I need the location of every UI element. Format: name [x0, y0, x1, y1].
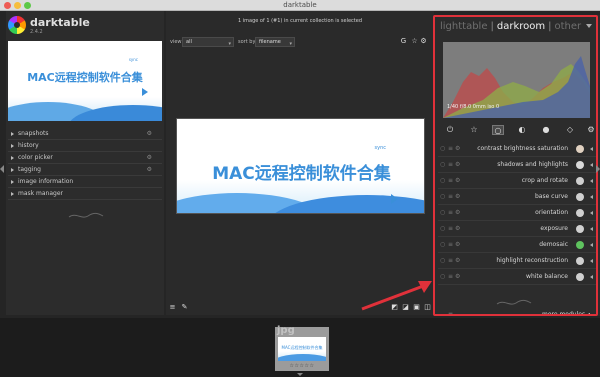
sort-select-value: filename: [259, 39, 281, 45]
image-title: MAC远程控制软件合集: [212, 164, 391, 184]
star-overlay-icon[interactable]: ☆: [410, 37, 419, 46]
module-label: image information: [18, 178, 74, 185]
play-icon: [142, 88, 148, 96]
annotation-arrow-icon: [361, 281, 432, 311]
center-view: 1 image of 1 (#1) in current collection …: [166, 11, 434, 315]
center-toolbar: view all ▾ sort by filename ▾ G ☆ ⚙: [166, 37, 434, 49]
app-logo: darktable 2.4.2: [8, 15, 90, 37]
collapse-left-panel-arrow[interactable]: [0, 165, 4, 173]
title-bar: darktable: [0, 0, 600, 11]
expand-triangle-icon: [11, 132, 14, 136]
filmstrip-image-title: MAC远程控制软件合集: [281, 345, 323, 350]
sort-select[interactable]: filename ▾: [255, 37, 295, 47]
window-title: darktable: [283, 1, 317, 9]
sort-label: sort by: [238, 39, 256, 45]
view-select[interactable]: all ▾: [182, 37, 234, 47]
view-select-value: all: [186, 39, 192, 45]
module-label: snapshots: [18, 130, 49, 137]
quick-access-menu-icon[interactable]: ≡: [168, 303, 177, 312]
rating-stars[interactable]: ☆☆☆☆☆: [275, 363, 329, 369]
module-tagging[interactable]: tagging ⚙: [8, 164, 162, 176]
preset-gear-icon[interactable]: ⚙: [147, 152, 152, 164]
annotation-highlight-box: [433, 15, 598, 316]
module-label: tagging: [18, 166, 41, 173]
image-brand: sync: [374, 145, 386, 151]
main-image[interactable]: sync MAC远程控制软件合集: [176, 118, 425, 214]
module-label: mask manager: [18, 190, 63, 197]
left-panel: darktable 2.4.2 sync MAC远程控制软件合集 snapsho…: [6, 11, 164, 315]
styles-icon[interactable]: ✎: [180, 303, 189, 312]
module-history[interactable]: history: [8, 140, 162, 152]
left-module-list: snapshots ⚙ history color picker ⚙ taggi…: [8, 128, 162, 200]
logo-icon: [8, 16, 26, 34]
preset-gear-icon[interactable]: ⚙: [147, 164, 152, 176]
module-image-information[interactable]: image information: [8, 176, 162, 188]
app-window: darktable 2.4.2 sync MAC远程控制软件合集 snapsho…: [0, 11, 600, 377]
filmstrip-image-hill: [278, 354, 326, 361]
module-label: color picker: [18, 154, 53, 161]
collapse-filmstrip-arrow[interactable]: [297, 373, 303, 376]
filmstrip-image: MAC远程控制软件合集: [278, 337, 326, 361]
expand-triangle-icon: [11, 192, 14, 196]
image-hill: [267, 195, 424, 213]
expand-triangle-icon: [11, 156, 14, 160]
thumbnail-brand: sync: [128, 57, 138, 62]
expand-triangle-icon: [11, 168, 14, 172]
file-extension-label: jpg: [277, 325, 295, 336]
view-label: view: [170, 39, 182, 45]
module-color-picker[interactable]: color picker ⚙: [8, 152, 162, 164]
play-icon: [391, 194, 398, 204]
navigation-thumbnail[interactable]: sync MAC远程控制软件合集: [8, 41, 162, 121]
module-mask-manager[interactable]: mask manager: [8, 188, 162, 200]
chevron-down-icon: ▾: [289, 41, 292, 47]
expand-triangle-icon: [11, 180, 14, 184]
collapse-right-panel-arrow[interactable]: [596, 165, 600, 173]
preset-gear-icon[interactable]: ⚙: [147, 128, 152, 140]
selection-message: 1 image of 1 (#1) in current collection …: [237, 18, 363, 24]
module-label: history: [18, 142, 39, 149]
module-snapshots[interactable]: snapshots ⚙: [8, 128, 162, 140]
logo-name: darktable: [30, 16, 90, 29]
gear-icon[interactable]: ⚙: [419, 37, 428, 46]
filmstrip-thumbnail[interactable]: jpg MAC远程控制软件合集 ☆☆☆☆☆: [275, 325, 329, 371]
expand-triangle-icon: [11, 144, 14, 148]
grouping-icon[interactable]: G: [399, 37, 408, 46]
filmstrip: jpg MAC远程控制软件合集 ☆☆☆☆☆: [0, 318, 600, 377]
logo-version: 2.4.2: [30, 29, 43, 35]
decoration-swirl-icon: [68, 212, 104, 218]
chevron-down-icon: ▾: [228, 41, 231, 47]
thumbnail-title: MAC远程控制软件合集: [27, 71, 143, 84]
